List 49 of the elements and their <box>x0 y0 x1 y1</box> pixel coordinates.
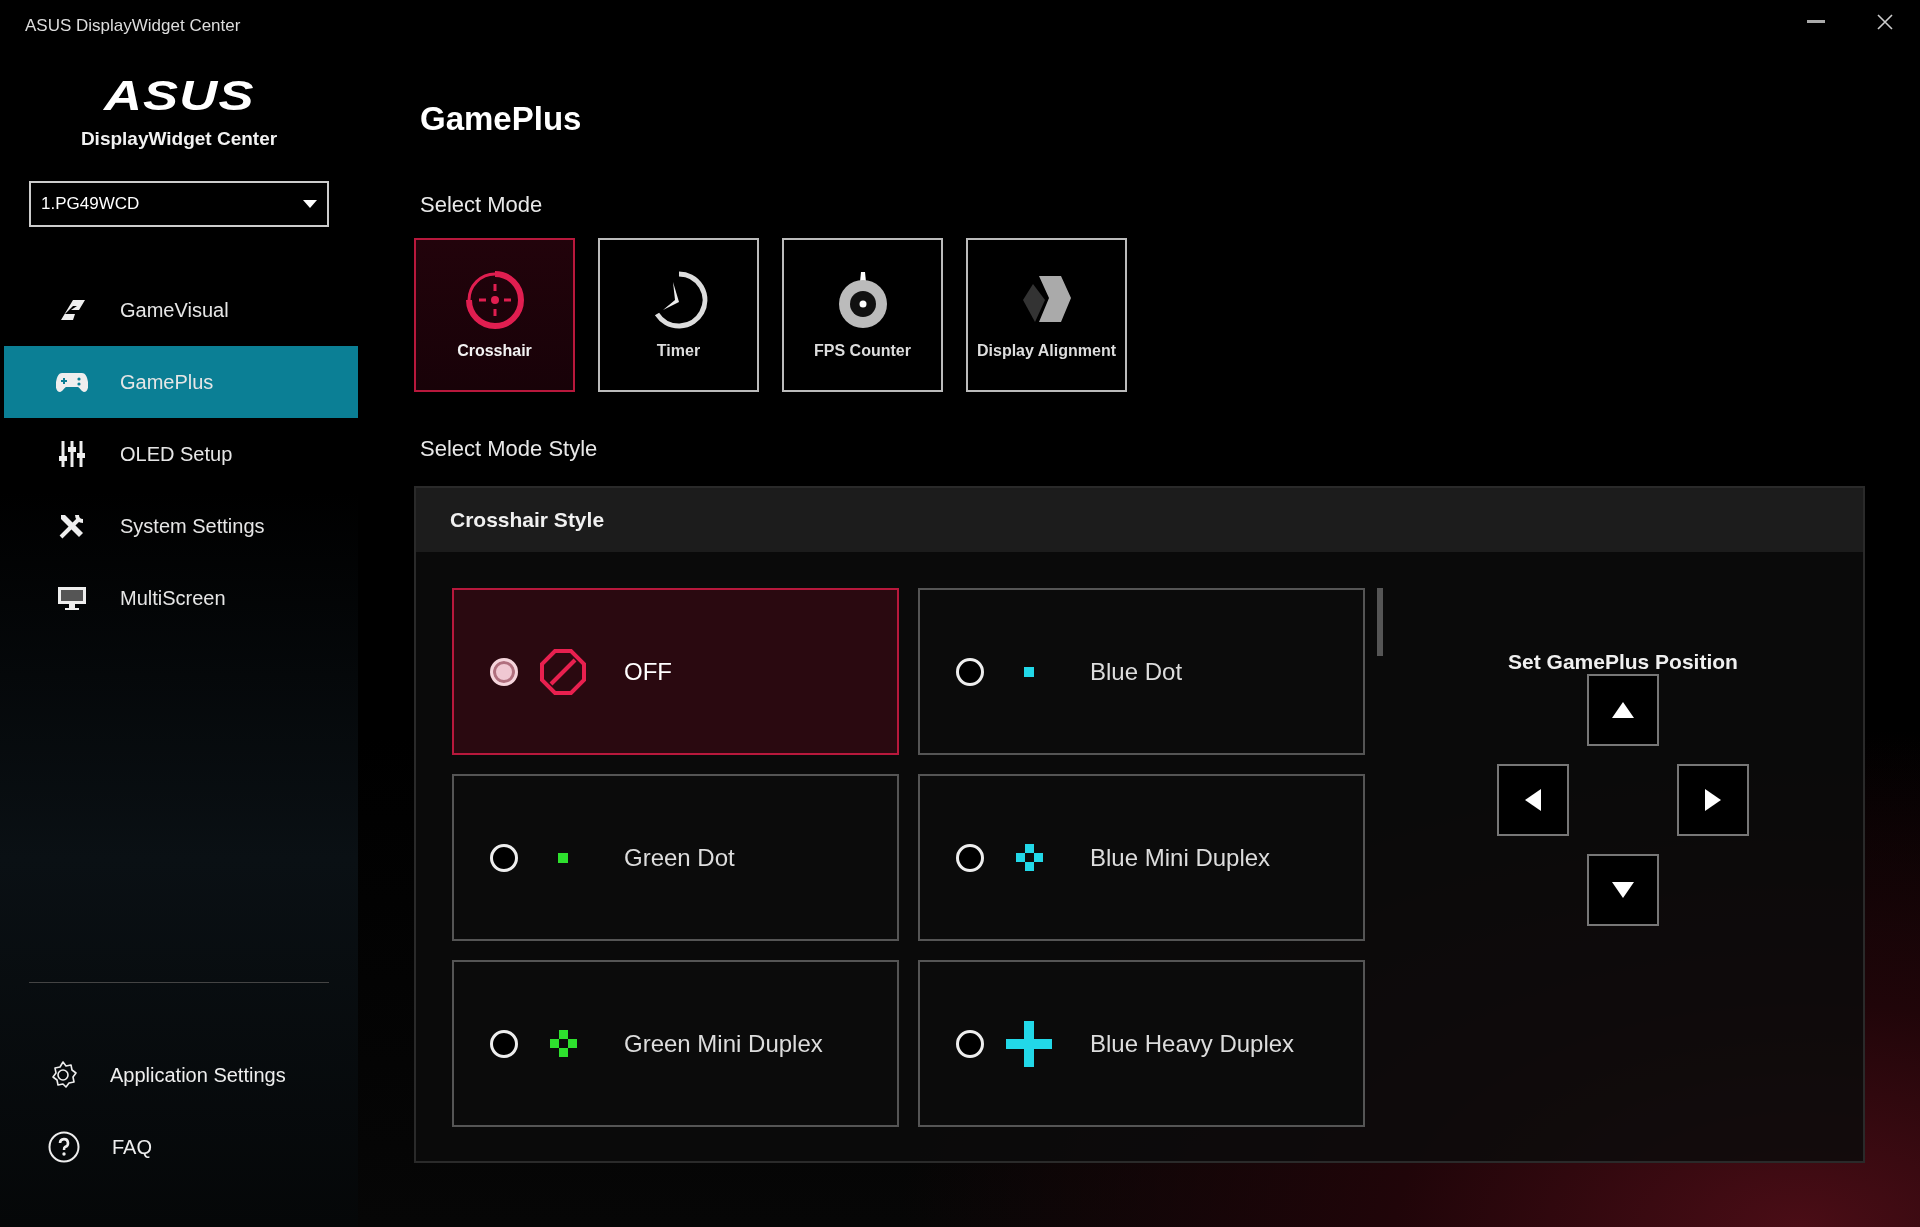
triangle-icon <box>1611 881 1635 899</box>
caret-icon <box>303 200 317 208</box>
section-heading: Select Mode Style <box>420 436 599 462</box>
nav-item[interactable]: OLED Setup <box>4 418 358 490</box>
sliders-icon <box>56 440 88 468</box>
style-option[interactable]: Blue Mini Duplex <box>918 774 1365 941</box>
gamepad-icon <box>56 370 88 394</box>
radio-button[interactable] <box>490 843 518 872</box>
arrow-button[interactable] <box>1497 764 1569 836</box>
page-title: GamePlus <box>420 100 583 138</box>
triangle-icon <box>1611 701 1635 719</box>
section-heading: Select Mode <box>420 192 544 218</box>
style-option[interactable]: Green Dot <box>452 774 899 941</box>
close-icon[interactable] <box>1877 14 1893 30</box>
scrollbar[interactable] <box>1377 588 1383 656</box>
radio-button[interactable] <box>956 843 984 872</box>
mode-tile[interactable]: Crosshair <box>414 238 575 392</box>
radio-button[interactable] <box>956 1029 984 1058</box>
panel-title: Crosshair Style <box>450 508 605 532</box>
monitor-icon <box>56 585 88 611</box>
radio-button[interactable] <box>490 657 518 686</box>
style-option[interactable]: Blue Heavy Duplex <box>918 960 1365 1127</box>
style-option[interactable]: Blue Dot <box>918 588 1365 755</box>
position-title: Set GamePlus Position <box>1508 650 1738 674</box>
mode-tile[interactable]: FPS Counter <box>782 238 943 392</box>
mode-tile[interactable]: Display Alignment <box>966 238 1127 392</box>
crosshair-icon <box>464 270 525 330</box>
footer-link[interactable]: Application Settings <box>48 1039 286 1111</box>
window-title: ASUS DisplayWidget Center <box>25 16 241 36</box>
style-option[interactable]: Green Mini Duplex <box>452 960 899 1127</box>
triangle-icon <box>1524 788 1542 812</box>
arrow-button[interactable] <box>1587 674 1659 746</box>
nav-item[interactable]: GamePlus <box>4 346 358 418</box>
nav-item[interactable]: GameVisual <box>4 274 358 346</box>
nav-item[interactable]: MultiScreen <box>4 562 358 634</box>
app-name: DisplayWidget Center <box>80 128 278 150</box>
mode-tile[interactable]: Timer <box>598 238 759 392</box>
style-option[interactable]: OFF <box>452 588 899 755</box>
triangle-icon <box>1704 788 1722 812</box>
radio-button[interactable] <box>490 1029 518 1058</box>
logo: ASUS <box>103 76 255 116</box>
footer-link[interactable]: FAQ <box>48 1111 152 1183</box>
minimize-icon[interactable] <box>1807 20 1825 24</box>
monitor-dropdown[interactable]: 1.PG49WCD <box>29 181 329 227</box>
help-icon <box>48 1131 80 1163</box>
arrow-button[interactable] <box>1587 854 1659 926</box>
radio-button[interactable] <box>956 657 984 686</box>
nav-item[interactable]: System Settings <box>4 490 358 562</box>
arrow-button[interactable] <box>1677 764 1749 836</box>
